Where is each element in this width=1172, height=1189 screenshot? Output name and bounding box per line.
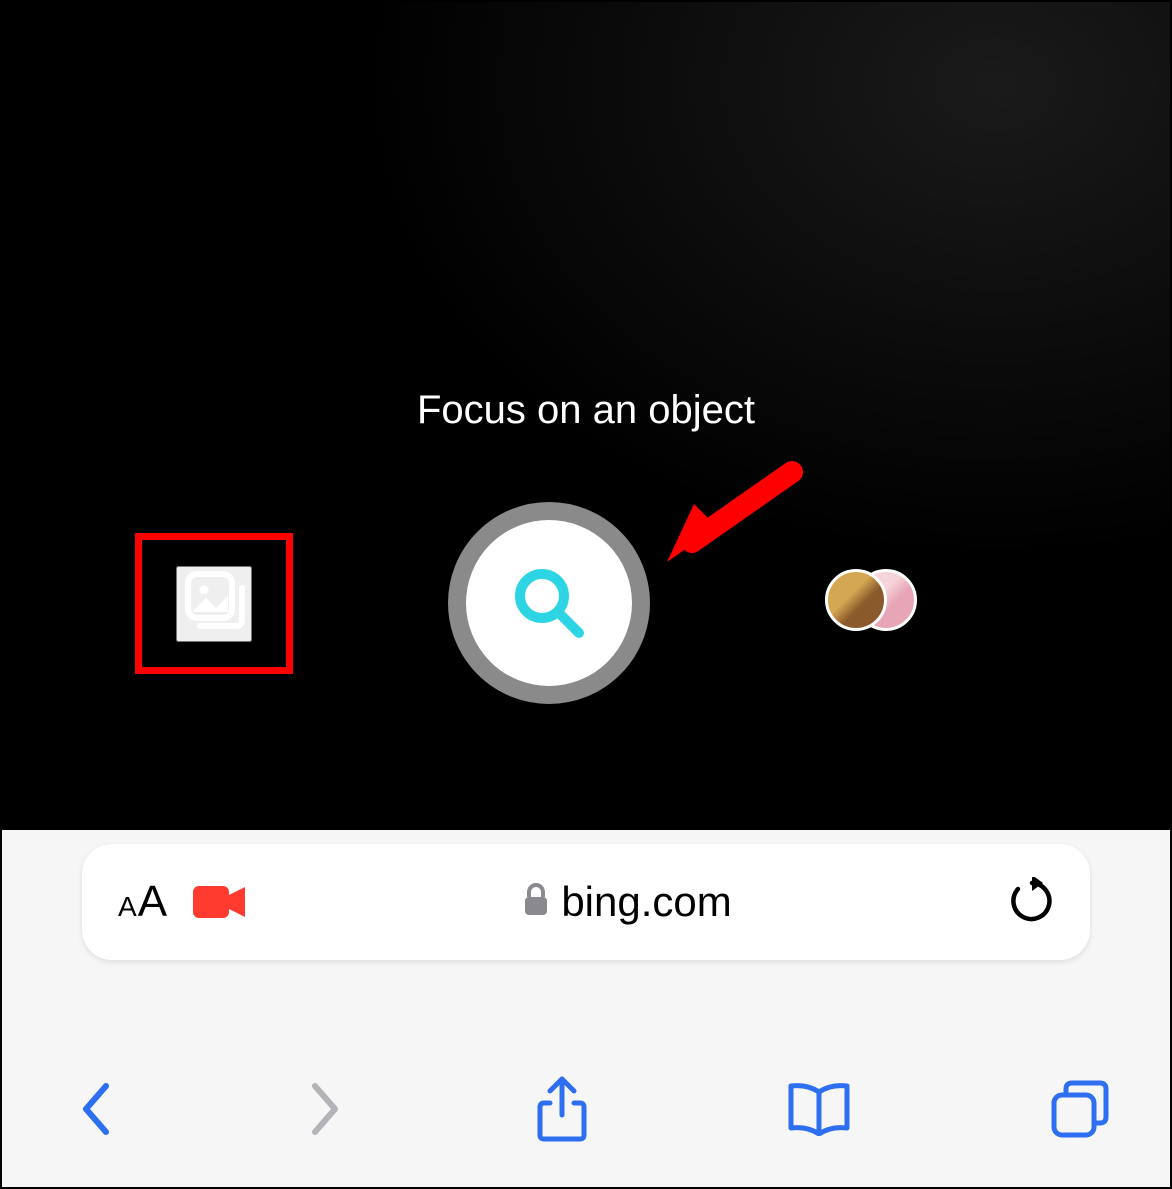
browser-chrome: A A bing.com bbox=[2, 830, 1170, 1187]
reload-button[interactable] bbox=[1010, 877, 1054, 928]
share-button[interactable] bbox=[516, 1065, 608, 1153]
book-icon bbox=[783, 1082, 855, 1136]
browser-toolbar bbox=[2, 1059, 1170, 1159]
url-text: bing.com bbox=[561, 878, 731, 926]
share-icon bbox=[536, 1075, 588, 1143]
back-button[interactable] bbox=[58, 1070, 132, 1148]
visual-search-button[interactable] bbox=[448, 502, 650, 704]
chevron-left-icon bbox=[78, 1080, 112, 1138]
lock-icon bbox=[523, 883, 549, 922]
recent-searches-button[interactable] bbox=[825, 569, 915, 631]
text-size-large-a-icon: A bbox=[138, 877, 167, 927]
camera-hint-text: Focus on an object bbox=[417, 388, 755, 433]
camera-viewport: Focus on an object bbox=[2, 2, 1170, 830]
address-bar[interactable]: A A bing.com bbox=[82, 844, 1090, 960]
annotation-arrow-icon bbox=[642, 452, 822, 572]
annotation-highlight-box bbox=[135, 533, 293, 674]
forward-button[interactable] bbox=[287, 1070, 361, 1148]
search-icon bbox=[509, 563, 589, 643]
text-size-small-a-icon: A bbox=[118, 891, 137, 923]
screen-recording-indicator-icon bbox=[193, 883, 245, 921]
reload-icon bbox=[1010, 913, 1054, 928]
tabs-icon bbox=[1050, 1079, 1110, 1139]
chevron-right-icon bbox=[307, 1080, 341, 1138]
gallery-icon bbox=[178, 568, 250, 640]
recent-thumbnail-1 bbox=[825, 569, 887, 631]
tabs-button[interactable] bbox=[1030, 1069, 1130, 1149]
text-size-button[interactable]: A A bbox=[118, 877, 167, 927]
bookmarks-button[interactable] bbox=[763, 1072, 875, 1146]
open-gallery-button[interactable] bbox=[176, 566, 252, 642]
